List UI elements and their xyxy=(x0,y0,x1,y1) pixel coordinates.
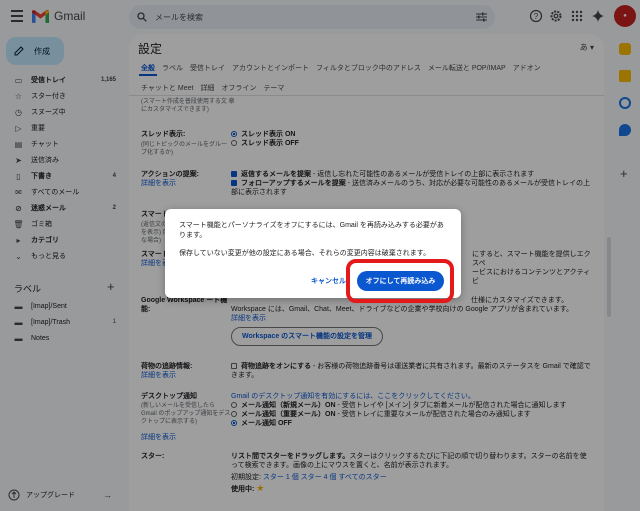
cancel-button[interactable]: キャンセル xyxy=(311,276,346,286)
turn-off-reload-button[interactable]: オフにして再読み込み xyxy=(357,271,444,291)
dialog-message-2: 保存していない変更が他の設定にある場合、それらの変更内容は破棄されます。 xyxy=(179,250,431,257)
dialog-message-1: スマート機能とパーソナライズをオフにするには、Gmail を再読み込みする必要が… xyxy=(179,222,444,239)
confirm-dialog: スマート機能とパーソナライズをオフにするには、Gmail を再読み込みする必要が… xyxy=(165,209,461,303)
highlight-box: オフにして再読み込み xyxy=(346,259,454,303)
